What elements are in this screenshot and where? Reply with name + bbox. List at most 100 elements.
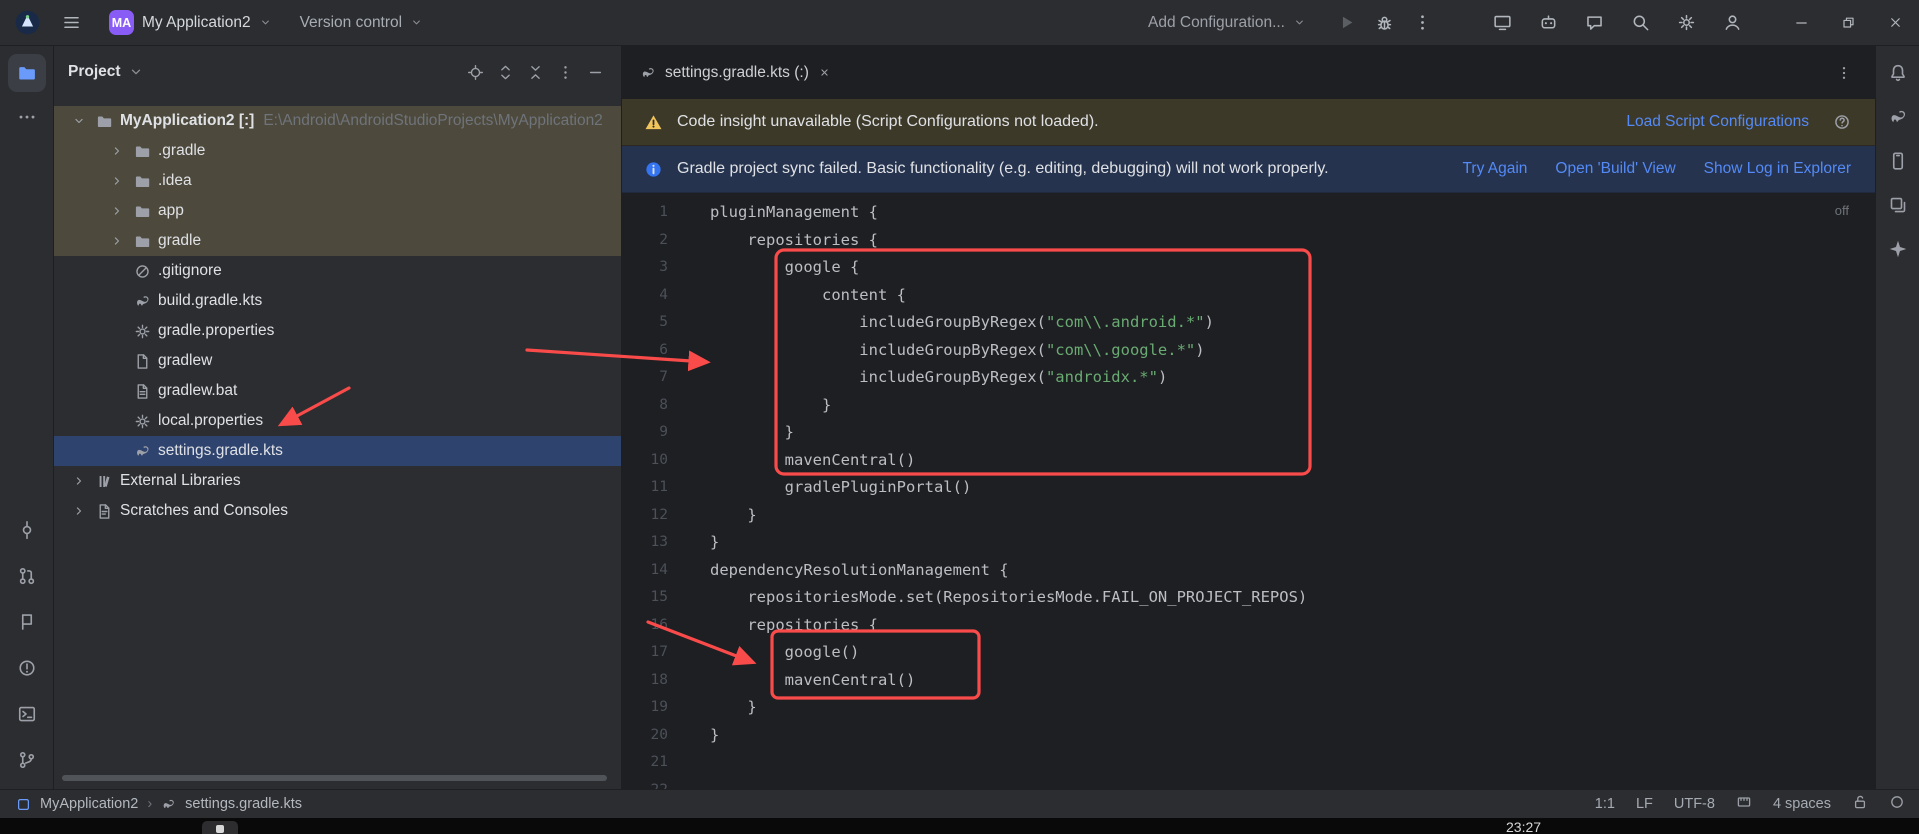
tree-item-.idea[interactable]: .idea [54,166,621,196]
status-indent-size[interactable]: 4 spaces [1773,796,1831,812]
tool-stripe-more-tool-windows[interactable] [8,98,46,136]
tree-item-scratches-and-consoles[interactable]: Scratches and Consoles [54,496,621,526]
tool-stripe-commit[interactable] [8,511,46,549]
code-line-4: 4 content { [622,282,1875,310]
project-selector[interactable]: MA My Application2 [101,4,280,41]
ai-assistant-button[interactable] [1530,5,1566,41]
main-menu-button[interactable] [53,5,89,41]
settings-icon [1677,13,1696,32]
editor-tab-settings-gradle-kts[interactable]: settings.gradle.kts (:) [622,46,847,99]
code-text: } [682,722,719,750]
debug-button[interactable] [1366,5,1402,41]
more-run-actions-button[interactable] [1404,5,1440,41]
main-area: Project MyApplication2 [:]E:\Android\And… [0,46,1919,789]
tab-title: settings.gradle.kts (:) [665,64,809,82]
code-text: google { [682,254,859,282]
terminal-icon [17,704,37,724]
tool-stripe-bookmarks[interactable] [8,603,46,641]
status-ide-messages[interactable] [1889,794,1905,814]
library-icon [92,473,116,490]
status-file-encoding[interactable]: UTF-8 [1674,796,1715,812]
banner-action-show-log-in-explorer[interactable]: Show Log in Explorer [1704,160,1851,178]
tree-item-gradlew[interactable]: gradlew [54,346,621,376]
code-text: } [682,502,757,530]
code-text: } [682,392,831,420]
code-editor[interactable]: 1pluginManagement {2 repositories {3 goo… [622,193,1875,789]
load-script-configurations-link[interactable]: Load Script Configurations [1626,113,1809,131]
tab-options-button[interactable] [1829,58,1859,88]
locate-file-button[interactable] [462,59,489,86]
device-mirroring-button[interactable] [1484,5,1520,41]
tree-item-.gitignore[interactable]: .gitignore [54,256,621,286]
tool-stripe-gradle[interactable] [1881,100,1915,134]
tool-stripe-pull-requests[interactable] [8,557,46,595]
tool-stripe-gemini[interactable] [1881,232,1915,266]
vcs-widget[interactable]: Version control [292,8,432,38]
tab-close-icon[interactable] [818,66,831,79]
project-icon [16,797,31,812]
tool-stripe-problems[interactable] [8,649,46,687]
account-button[interactable] [1714,5,1750,41]
hide-panel-button[interactable] [582,59,609,86]
breadcrumb-project[interactable]: MyApplication2 [40,796,138,812]
project-panel-title[interactable]: Project [68,63,121,81]
vcs-label: Version control [300,14,403,32]
banner-action-open-build-view[interactable]: Open 'Build' View [1555,160,1675,178]
search-everywhere-icon [1631,13,1650,32]
minimize-button[interactable] [1778,0,1825,46]
warning-text: Code insight unavailable (Script Configu… [677,113,1099,131]
expand-all-button[interactable] [492,59,519,86]
more-options-button[interactable] [552,59,579,86]
tree-item-local.properties[interactable]: local.properties [54,406,621,436]
taskbar-clock[interactable]: 23:27 [1506,819,1541,834]
code-text: repositoriesMode.set(RepositoriesMode.FA… [682,584,1307,612]
breadcrumb-file[interactable]: settings.gradle.kts [185,796,302,812]
project-badge: MA [109,10,134,35]
tree-item-gradle.properties[interactable]: gradle.properties [54,316,621,346]
search-everywhere-button[interactable] [1622,5,1658,41]
status-indent-style[interactable] [1736,794,1752,814]
help-icon[interactable] [1833,113,1851,131]
folder-icon [130,203,154,220]
tool-stripe-version-control[interactable] [8,741,46,779]
taskbar-app-icon[interactable] [202,821,238,834]
tool-stripe-terminal[interactable] [8,695,46,733]
chevron-right-icon [66,504,92,518]
line-number: 13 [622,529,682,557]
code-text: includeGroupByRegex("androidx.*") [682,364,1167,392]
close-button[interactable] [1872,0,1919,46]
android-studio-logo-icon [14,9,41,36]
status-caret-position[interactable]: 1:1 [1595,796,1615,812]
status-widgets: 1:1 LF UTF-8 4 spaces [1595,794,1905,814]
tree-item-app[interactable]: app [54,196,621,226]
tree-item-build.gradle.kts[interactable]: build.gradle.kts [54,286,621,316]
code-with-me-button[interactable] [1576,5,1612,41]
status-line-separator[interactable]: LF [1636,796,1653,812]
tree-item-external-libraries[interactable]: External Libraries [54,466,621,496]
maximize-button[interactable] [1825,0,1872,46]
horizontal-scrollbar[interactable] [62,775,607,781]
banner-action-try-again[interactable]: Try Again [1463,160,1528,178]
tree-item-settings.gradle.kts[interactable]: settings.gradle.kts [54,436,621,466]
run-configuration-selector[interactable]: Add Configuration... [1140,8,1314,38]
tree-item-label: .gradle [158,142,205,160]
tree-item-.gradle[interactable]: .gradle [54,136,621,166]
run-button[interactable] [1328,5,1364,41]
line-number: 2 [622,227,682,255]
gradle-file-icon [640,65,656,81]
line-number: 5 [622,309,682,337]
tree-item-myapplication2[interactable]: MyApplication2 [:]E:\Android\AndroidStud… [54,106,621,136]
tool-stripe-project[interactable] [8,54,46,92]
status-file-writable[interactable] [1852,794,1868,814]
tool-stripe-device-manager[interactable] [1881,144,1915,178]
line-number: 6 [622,337,682,365]
device-mirroring-icon [1493,13,1512,32]
settings-button[interactable] [1668,5,1704,41]
collapse-all-button[interactable] [522,59,549,86]
ignore-icon [130,263,154,280]
tree-item-gradlew.bat[interactable]: gradlew.bat [54,376,621,406]
tree-item-gradle[interactable]: gradle [54,226,621,256]
code-text [682,777,710,790]
tool-stripe-running-devices[interactable] [1881,188,1915,222]
tool-stripe-notifications[interactable] [1881,56,1915,90]
